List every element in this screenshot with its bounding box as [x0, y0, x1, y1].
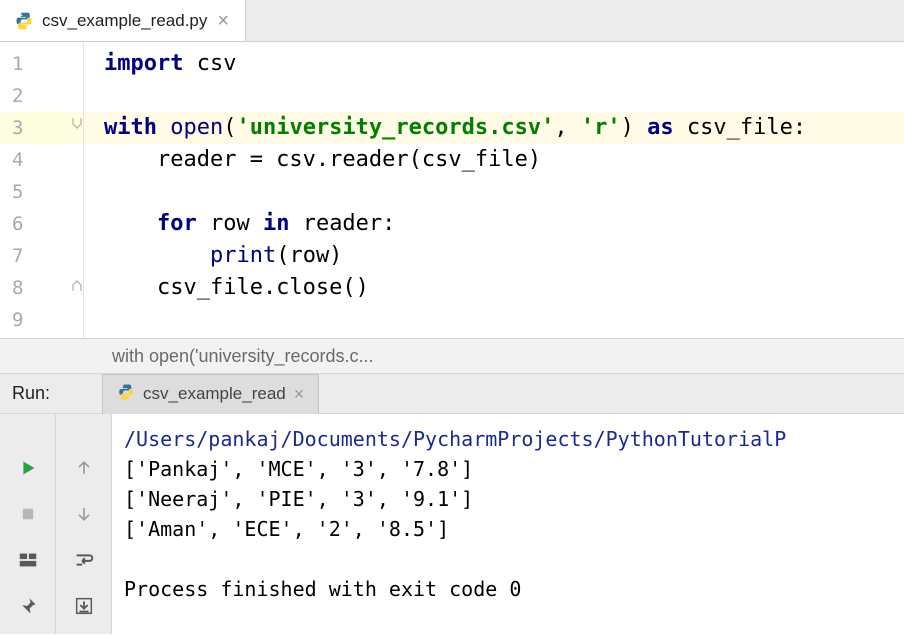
code-line: reader = csv.reader(csv_file)	[104, 144, 904, 176]
editor: 1 2 3 4 5 6 7 8 9 import csv with open('…	[0, 42, 904, 338]
run-toolbar-left	[0, 414, 56, 634]
stop-button[interactable]	[14, 500, 42, 528]
code-line	[104, 304, 904, 336]
fold-end-icon[interactable]	[70, 278, 84, 292]
down-button[interactable]	[70, 500, 98, 528]
line-number: 2	[0, 80, 83, 112]
console-line: ['Neeraj', 'PIE', '3', '9.1']	[124, 484, 904, 514]
run-toolbar-right	[56, 414, 112, 634]
console-line	[124, 544, 904, 574]
code-line: import csv	[104, 48, 904, 80]
line-number: 1	[0, 48, 83, 80]
breadcrumb-text: with open('university_records.c...	[112, 346, 374, 367]
soft-wrap-button[interactable]	[70, 546, 98, 574]
line-number: 7	[0, 240, 83, 272]
line-number: 5	[0, 176, 83, 208]
code-line: csv_file.close()	[104, 272, 904, 304]
console-line: ['Aman', 'ECE', '2', '8.5']	[124, 514, 904, 544]
console-line: /Users/pankaj/Documents/PycharmProjects/…	[124, 424, 904, 454]
run-toolwindow: Run: csv_example_read ×	[0, 374, 904, 634]
scroll-to-end-button[interactable]	[70, 592, 98, 620]
editor-tab[interactable]: csv_example_read.py ×	[0, 0, 246, 41]
run-tab[interactable]: csv_example_read ×	[102, 374, 319, 414]
console-line: ['Pankaj', 'MCE', '3', '7.8']	[124, 454, 904, 484]
code-line: print(row)	[104, 240, 904, 272]
line-number: 9	[0, 304, 83, 336]
breadcrumb[interactable]: with open('university_records.c...	[0, 338, 904, 374]
layout-button[interactable]	[14, 546, 42, 574]
gutter: 1 2 3 4 5 6 7 8 9	[0, 42, 84, 338]
editor-tab-label: csv_example_read.py	[42, 11, 207, 31]
code-line: with open('university_records.csv', 'r')…	[84, 112, 904, 144]
up-button[interactable]	[70, 454, 98, 482]
close-tab-icon[interactable]: ×	[215, 11, 231, 31]
code-line	[104, 176, 904, 208]
run-header: Run: csv_example_read ×	[0, 374, 904, 414]
python-file-icon	[14, 11, 34, 31]
rerun-button[interactable]	[14, 454, 42, 482]
code-line: for row in reader:	[104, 208, 904, 240]
line-number: 4	[0, 144, 83, 176]
console-line: Process finished with exit code 0	[124, 574, 904, 604]
editor-tabbar: csv_example_read.py ×	[0, 0, 904, 42]
code-line	[104, 80, 904, 112]
line-number: 6	[0, 208, 83, 240]
close-run-tab-icon[interactable]: ×	[294, 384, 305, 405]
run-title: Run:	[0, 383, 62, 404]
console-output[interactable]: /Users/pankaj/Documents/PycharmProjects/…	[112, 414, 904, 634]
pin-button[interactable]	[14, 592, 42, 620]
python-icon	[117, 383, 135, 406]
fold-start-icon[interactable]	[70, 117, 84, 131]
code-area[interactable]: import csv with open('university_records…	[84, 42, 904, 338]
run-tab-label: csv_example_read	[143, 384, 286, 404]
